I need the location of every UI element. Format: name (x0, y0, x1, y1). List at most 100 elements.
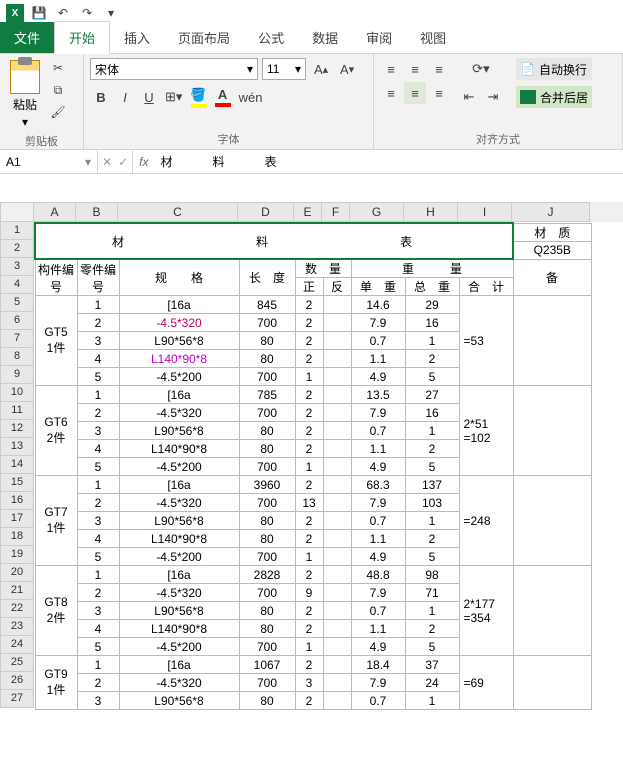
row-header-17[interactable]: 17 (0, 510, 34, 528)
part-no[interactable]: 5 (77, 368, 119, 386)
col-header-D[interactable]: D (238, 202, 294, 222)
total-weight[interactable]: 5 (405, 638, 459, 656)
length[interactable]: 700 (239, 314, 295, 332)
length[interactable]: 3960 (239, 476, 295, 494)
spec[interactable]: [16a (119, 476, 239, 494)
qty-neg[interactable] (323, 692, 351, 710)
unit-weight[interactable]: 18.4 (351, 656, 405, 674)
save-icon[interactable]: 💾 (28, 2, 50, 24)
unit-weight[interactable]: 7.9 (351, 674, 405, 692)
total-weight[interactable]: 71 (405, 584, 459, 602)
row-header-25[interactable]: 25 (0, 654, 34, 672)
spec[interactable]: L90*56*8 (119, 332, 239, 350)
name-box[interactable]: A1▾ (0, 150, 98, 173)
length[interactable]: 80 (239, 530, 295, 548)
part-no[interactable]: 5 (77, 638, 119, 656)
q235b-cell[interactable]: Q235B (513, 241, 591, 259)
row-header-23[interactable]: 23 (0, 618, 34, 636)
part-no[interactable]: 1 (77, 386, 119, 404)
spec[interactable]: -4.5*200 (119, 458, 239, 476)
spec[interactable]: -4.5*320 (119, 494, 239, 512)
tab-review[interactable]: 审阅 (352, 22, 406, 53)
total-weight[interactable]: 137 (405, 476, 459, 494)
qty-neg[interactable] (323, 584, 351, 602)
phonetic-button[interactable]: wén (236, 86, 266, 108)
length[interactable]: 785 (239, 386, 295, 404)
qty-neg[interactable] (323, 476, 351, 494)
qty-pos[interactable]: 9 (295, 584, 323, 602)
total-weight[interactable]: 29 (405, 296, 459, 314)
hdr-sum[interactable]: 合 计 (459, 278, 513, 296)
unit-weight[interactable]: 0.7 (351, 692, 405, 710)
select-all-corner[interactable] (0, 202, 34, 222)
sum-GT6[interactable]: 2*51=102 (459, 386, 513, 476)
row-header-9[interactable]: 9 (0, 366, 34, 384)
qty-pos[interactable]: 2 (295, 314, 323, 332)
total-weight[interactable]: 2 (405, 530, 459, 548)
total-weight[interactable]: 24 (405, 674, 459, 692)
total-weight[interactable]: 2 (405, 620, 459, 638)
unit-weight[interactable]: 7.9 (351, 314, 405, 332)
qty-pos[interactable]: 2 (295, 566, 323, 584)
length[interactable]: 80 (239, 620, 295, 638)
total-weight[interactable]: 5 (405, 458, 459, 476)
row-header-26[interactable]: 26 (0, 672, 34, 690)
qty-pos[interactable]: 2 (295, 530, 323, 548)
length[interactable]: 845 (239, 296, 295, 314)
part-no[interactable]: 1 (77, 566, 119, 584)
length[interactable]: 700 (239, 458, 295, 476)
part-no[interactable]: 4 (77, 350, 119, 368)
italic-button[interactable]: I (114, 86, 136, 108)
hdr-length[interactable]: 长 度 (239, 259, 295, 296)
row-header-12[interactable]: 12 (0, 420, 34, 438)
unit-weight[interactable]: 4.9 (351, 458, 405, 476)
spec[interactable]: L90*56*8 (119, 422, 239, 440)
cut-icon[interactable]: ✂ (48, 58, 68, 78)
qty-neg[interactable] (323, 314, 351, 332)
font-size-combo[interactable]: 11▾ (262, 58, 306, 80)
length[interactable]: 80 (239, 422, 295, 440)
qty-pos[interactable]: 2 (295, 332, 323, 350)
part-no[interactable]: 2 (77, 404, 119, 422)
unit-weight[interactable]: 1.1 (351, 350, 405, 368)
part-no[interactable]: 2 (77, 314, 119, 332)
total-weight[interactable]: 2 (405, 350, 459, 368)
row-header-14[interactable]: 14 (0, 456, 34, 474)
row-header-27[interactable]: 27 (0, 690, 34, 708)
bold-button[interactable]: B (90, 86, 112, 108)
tab-home[interactable]: 开始 (54, 21, 110, 54)
row-header-22[interactable]: 22 (0, 600, 34, 618)
qty-neg[interactable] (323, 404, 351, 422)
part-no[interactable]: 2 (77, 674, 119, 692)
row-header-18[interactable]: 18 (0, 528, 34, 546)
tab-file[interactable]: 文件 (0, 22, 54, 53)
qty-neg[interactable] (323, 566, 351, 584)
row-header-19[interactable]: 19 (0, 546, 34, 564)
unit-weight[interactable]: 1.1 (351, 440, 405, 458)
group-id-GT7[interactable]: GT71件 (35, 476, 77, 566)
qty-pos[interactable]: 2 (295, 296, 323, 314)
row-header-24[interactable]: 24 (0, 636, 34, 654)
row-header-6[interactable]: 6 (0, 312, 34, 330)
total-weight[interactable]: 98 (405, 566, 459, 584)
total-weight[interactable]: 1 (405, 602, 459, 620)
unit-weight[interactable]: 7.9 (351, 494, 405, 512)
worksheet-grid[interactable]: ABCDEFGHIJ 12345678910111213141516171819… (0, 202, 623, 710)
fill-color-button[interactable]: 🪣 (187, 86, 209, 108)
row-header-1[interactable]: 1 (0, 222, 34, 240)
tab-data[interactable]: 数据 (298, 22, 352, 53)
tab-formula[interactable]: 公式 (244, 22, 298, 53)
length[interactable]: 700 (239, 548, 295, 566)
unit-weight[interactable]: 0.7 (351, 422, 405, 440)
spec[interactable]: [16a (119, 296, 239, 314)
align-left-icon[interactable]: ≡ (380, 82, 402, 104)
qty-pos[interactable]: 2 (295, 656, 323, 674)
hdr-part[interactable]: 零件编号 (77, 259, 119, 296)
length[interactable]: 80 (239, 332, 295, 350)
group-id-GT9[interactable]: GT91件 (35, 656, 77, 710)
note-cell[interactable] (513, 656, 591, 710)
total-weight[interactable]: 5 (405, 548, 459, 566)
sheet-table[interactable]: 材 料 表材 质Q235B构件编号零件编号规 格长 度数 量重 量备正反单 重总… (34, 222, 592, 710)
unit-weight[interactable]: 0.7 (351, 602, 405, 620)
increase-indent-icon[interactable]: ⇥ (482, 86, 504, 108)
